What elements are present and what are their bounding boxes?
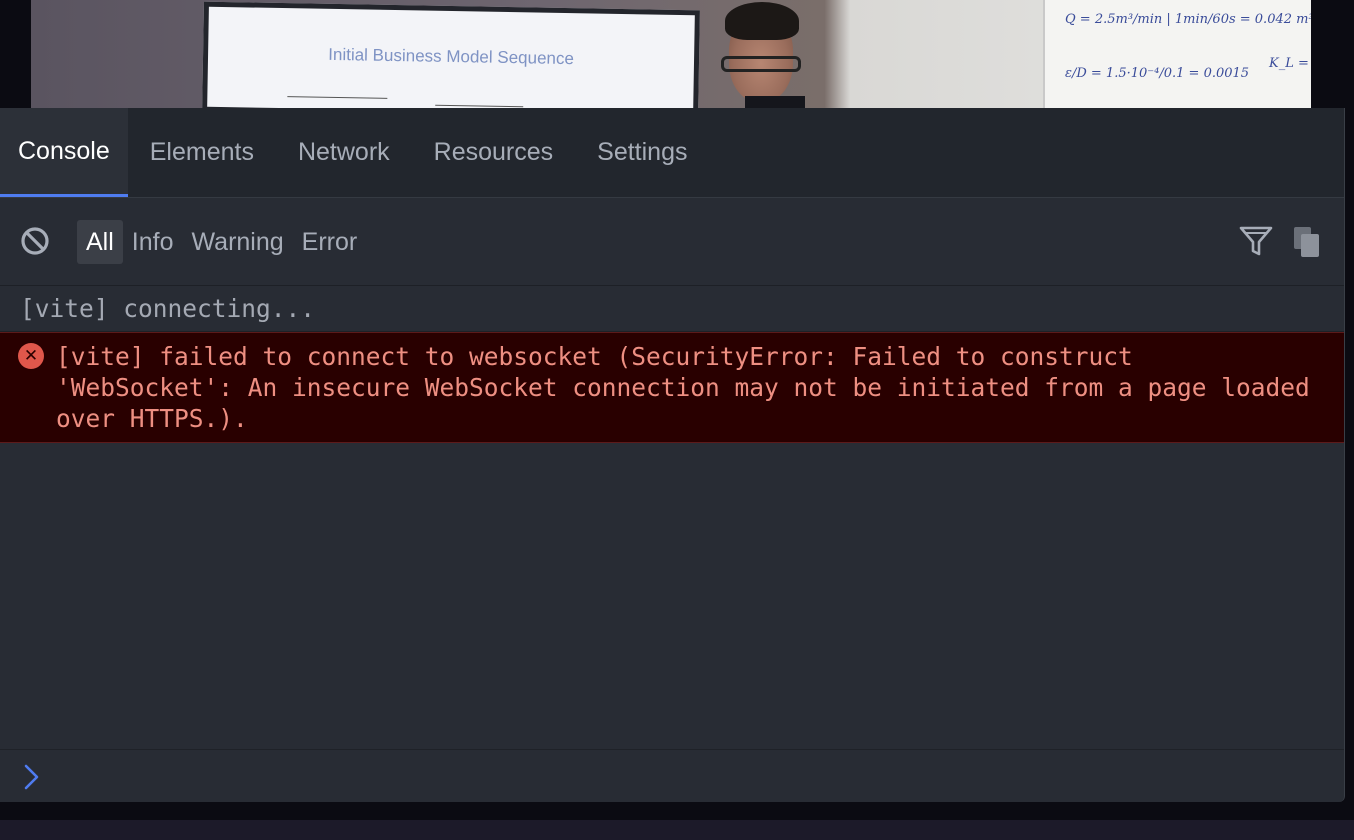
whiteboard-line: ε/D = 1.5·10⁻⁴/0.1 = 0.0015 (1065, 66, 1250, 81)
whiteboard-line: K_L = elb (1269, 56, 1311, 71)
presenter-hair (725, 2, 799, 40)
background-video: Initial Business Model Sequence Q = 2.5m… (31, 0, 1311, 108)
presenter-shirt (745, 96, 805, 108)
filter-warning[interactable]: Warning (183, 220, 293, 264)
presenter-glasses (721, 56, 801, 72)
error-icon: ✕ (18, 343, 44, 369)
tab-network[interactable]: Network (276, 108, 412, 197)
console-log: [vite] connecting... ✕ [vite] failed to … (0, 286, 1344, 443)
tab-elements[interactable]: Elements (128, 108, 276, 197)
presenter (721, 2, 811, 108)
log-level-filters: All Info Warning Error (77, 220, 366, 264)
tab-resources[interactable]: Resources (412, 108, 576, 197)
filter-all[interactable]: All (77, 220, 123, 264)
filter-info[interactable]: Info (123, 220, 183, 264)
console-prompt[interactable] (0, 749, 1344, 802)
error-message-text: [vite] failed to connect to websocket (S… (56, 342, 1310, 433)
clear-console-icon[interactable] (19, 225, 51, 257)
devtools-panel: Console Elements Network Resources Setti… (0, 108, 1345, 802)
log-message: [vite] connecting... (0, 286, 1344, 332)
whiteboard: Q = 2.5m³/min | 1min/60s = 0.042 m³/s ε/… (1043, 0, 1311, 108)
copy-icon[interactable] (1293, 226, 1321, 258)
tab-console[interactable]: Console (0, 108, 128, 197)
slide-line (287, 96, 388, 99)
tab-settings[interactable]: Settings (575, 108, 709, 197)
presentation-screen: Initial Business Model Sequence (202, 1, 700, 108)
console-toolbar: All Info Warning Error (0, 198, 1344, 286)
filter-error[interactable]: Error (293, 220, 367, 264)
error-message: ✕ [vite] failed to connect to websocket … (0, 332, 1344, 443)
devtools-tabbar: Console Elements Network Resources Setti… (0, 108, 1344, 198)
whiteboard-line: Q = 2.5m³/min | 1min/60s = 0.042 m³/s (1065, 12, 1311, 27)
slide-line (435, 104, 524, 108)
chevron-right-icon (22, 763, 42, 791)
filter-icon[interactable] (1239, 224, 1273, 258)
slide-title: Initial Business Model Sequence (328, 44, 575, 69)
bottom-strip (0, 820, 1354, 840)
